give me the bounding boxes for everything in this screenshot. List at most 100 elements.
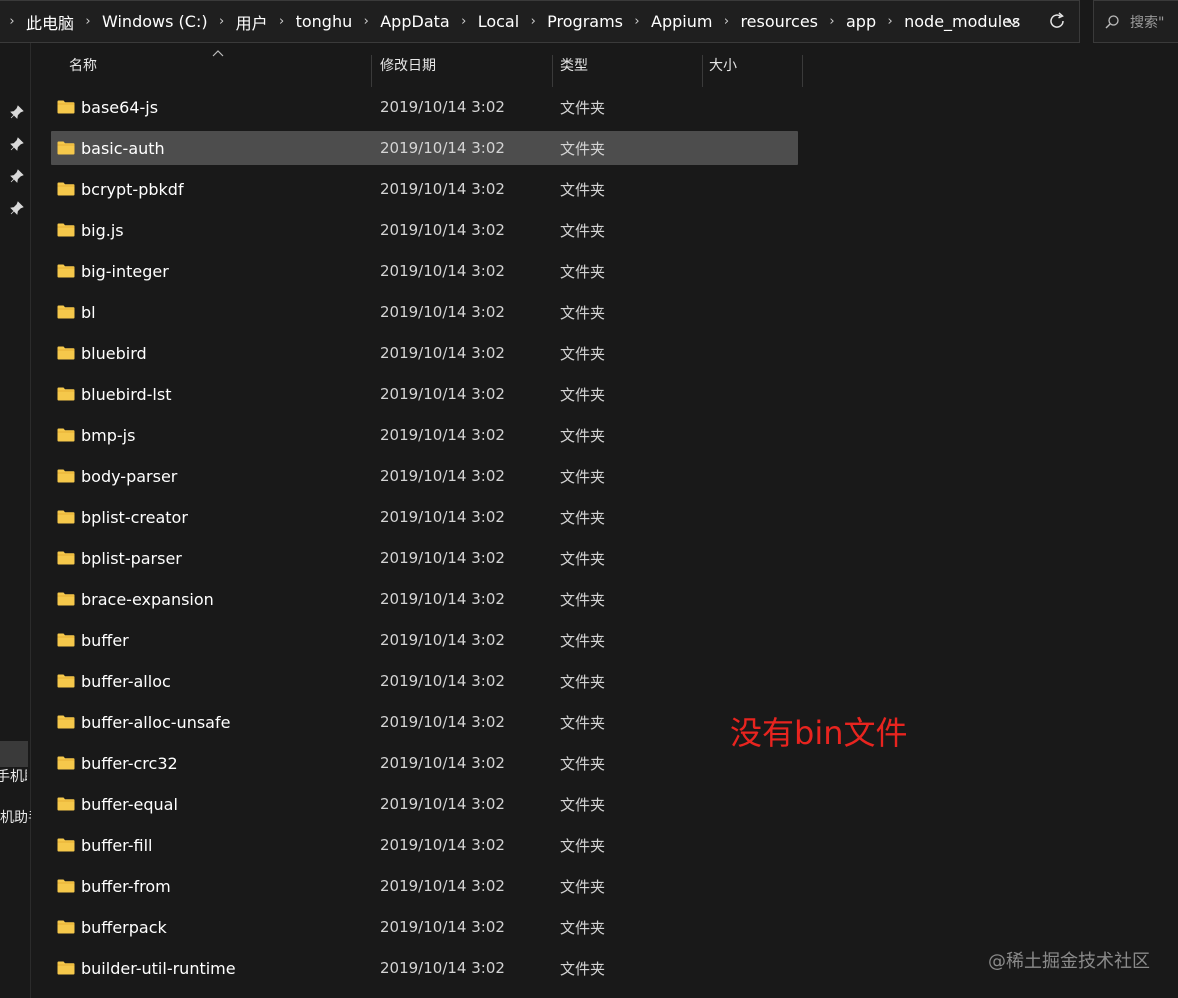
chevron-right-icon[interactable]: › — [880, 14, 900, 29]
file-row[interactable]: buffer-from 2019/10/14 3:02 文件夹 — [51, 869, 798, 903]
address-history-button[interactable] — [998, 9, 1028, 35]
file-row[interactable]: big-integer 2019/10/14 3:02 文件夹 — [51, 254, 798, 288]
pin-icon[interactable] — [9, 200, 25, 216]
file-type: 文件夹 — [560, 139, 606, 158]
address-bar[interactable]: › 此电脑 › Windows (C:) › 用户 › tonghu › AppData › Loca… — [0, 0, 1080, 43]
file-type: 文件夹 — [560, 549, 606, 568]
folder-icon — [57, 510, 75, 524]
breadcrumb-item[interactable]: tonghu — [292, 12, 357, 31]
file-name: bplist-parser — [81, 548, 182, 568]
file-row[interactable]: brace-expansion 2019/10/14 3:02 文件夹 — [51, 582, 798, 616]
search-box[interactable]: 搜索" — [1093, 0, 1178, 43]
column-divider[interactable] — [552, 55, 553, 87]
chevron-right-icon[interactable]: › — [523, 14, 543, 29]
file-date: 2019/10/14 3:02 — [380, 426, 505, 444]
annotation-text: 没有bin文件 — [730, 714, 908, 752]
refresh-button[interactable] — [1040, 6, 1074, 36]
column-header-size[interactable]: 大小 — [709, 43, 799, 87]
file-row[interactable]: buffer-fill 2019/10/14 3:02 文件夹 — [51, 828, 798, 862]
column-divider[interactable] — [702, 55, 703, 87]
file-row[interactable]: builder-util-runtime 2019/10/14 3:02 文件夹 — [51, 951, 798, 985]
file-name: body-parser — [81, 466, 178, 486]
folder-icon — [57, 838, 75, 852]
chevron-right-icon[interactable]: › — [627, 14, 647, 29]
navigation-pane: 手机助 机助手 — [0, 43, 31, 998]
breadcrumb-item[interactable]: AppData — [376, 12, 453, 31]
file-row[interactable]: buffer-alloc-unsafe 2019/10/14 3:02 文件夹 — [51, 705, 798, 739]
file-row[interactable]: bufferpack 2019/10/14 3:02 文件夹 — [51, 910, 798, 944]
file-row[interactable]: bluebird-lst 2019/10/14 3:02 文件夹 — [51, 377, 798, 411]
file-name: buffer-alloc — [81, 671, 171, 691]
nav-item-label[interactable]: 手机助 — [0, 766, 27, 786]
file-type: 文件夹 — [560, 303, 606, 322]
file-date: 2019/10/14 3:02 — [380, 959, 505, 977]
file-date: 2019/10/14 3:02 — [380, 918, 505, 936]
file-row[interactable]: body-parser 2019/10/14 3:02 文件夹 — [51, 459, 798, 493]
nav-item-label[interactable]: 机助手 — [0, 807, 31, 827]
file-name: big-integer — [81, 261, 169, 281]
nav-item-selected[interactable] — [0, 741, 28, 767]
file-type: 文件夹 — [560, 959, 606, 978]
chevron-right-icon[interactable]: › — [2, 14, 22, 29]
file-row[interactable]: basic-auth 2019/10/14 3:02 文件夹 — [51, 131, 798, 165]
column-header-type[interactable]: 类型 — [560, 43, 700, 87]
file-explorer-window: › 此电脑 › Windows (C:) › 用户 › tonghu › AppData › Loca… — [0, 0, 1178, 998]
column-divider[interactable] — [371, 55, 372, 87]
file-date: 2019/10/14 3:02 — [380, 795, 505, 813]
breadcrumb-item[interactable]: resources — [736, 12, 822, 31]
chevron-right-icon[interactable]: › — [212, 14, 232, 29]
chevron-right-icon[interactable]: › — [78, 14, 98, 29]
file-type: 文件夹 — [560, 918, 606, 937]
column-divider[interactable] — [802, 55, 803, 87]
chevron-right-icon[interactable]: › — [272, 14, 292, 29]
file-row[interactable]: bcrypt-pbkdf 2019/10/14 3:02 文件夹 — [51, 172, 798, 206]
file-date: 2019/10/14 3:02 — [380, 139, 505, 157]
file-row[interactable]: buffer-equal 2019/10/14 3:02 文件夹 — [51, 787, 798, 821]
file-date: 2019/10/14 3:02 — [380, 836, 505, 854]
folder-icon — [57, 469, 75, 483]
file-name: bplist-creator — [81, 507, 188, 527]
file-date: 2019/10/14 3:02 — [380, 590, 505, 608]
chevron-right-icon[interactable]: › — [454, 14, 474, 29]
folder-icon — [57, 879, 75, 893]
breadcrumb-item[interactable]: Windows (C:) — [98, 12, 212, 31]
pin-icon[interactable] — [9, 136, 25, 152]
chevron-right-icon[interactable]: › — [716, 14, 736, 29]
breadcrumb-item[interactable]: Local — [474, 12, 523, 31]
file-name: buffer-from — [81, 876, 171, 896]
file-type: 文件夹 — [560, 180, 606, 199]
pin-icon[interactable] — [9, 168, 25, 184]
file-row[interactable]: buffer-crc32 2019/10/14 3:02 文件夹 — [51, 746, 798, 780]
file-type: 文件夹 — [560, 262, 606, 281]
folder-icon — [57, 551, 75, 565]
file-date: 2019/10/14 3:02 — [380, 672, 505, 690]
file-row[interactable]: bplist-creator 2019/10/14 3:02 文件夹 — [51, 500, 798, 534]
file-date: 2019/10/14 3:02 — [380, 467, 505, 485]
file-row[interactable]: buffer-alloc 2019/10/14 3:02 文件夹 — [51, 664, 798, 698]
file-row[interactable]: big.js 2019/10/14 3:02 文件夹 — [51, 213, 798, 247]
file-row[interactable]: bl 2019/10/14 3:02 文件夹 — [51, 295, 798, 329]
file-row[interactable]: buffer 2019/10/14 3:02 文件夹 — [51, 623, 798, 657]
file-name: buffer — [81, 630, 129, 650]
file-type: 文件夹 — [560, 508, 606, 527]
file-type: 文件夹 — [560, 385, 606, 404]
file-row[interactable]: bluebird 2019/10/14 3:02 文件夹 — [51, 336, 798, 370]
breadcrumb-item[interactable]: Appium — [647, 12, 716, 31]
pin-icon[interactable] — [9, 104, 25, 120]
column-header-date[interactable]: 修改日期 — [380, 43, 550, 87]
file-type: 文件夹 — [560, 221, 606, 240]
file-row[interactable]: base64-js 2019/10/14 3:02 文件夹 — [51, 90, 798, 124]
folder-icon — [57, 592, 75, 606]
file-row[interactable]: bmp-js 2019/10/14 3:02 文件夹 — [51, 418, 798, 452]
chevron-right-icon[interactable]: › — [356, 14, 376, 29]
file-row[interactable]: bplist-parser 2019/10/14 3:02 文件夹 — [51, 541, 798, 575]
breadcrumb-item[interactable]: app — [842, 12, 880, 31]
file-name: buffer-crc32 — [81, 753, 178, 773]
search-input[interactable]: 搜索" — [1130, 12, 1164, 32]
breadcrumb-item[interactable]: 用户 — [232, 10, 272, 34]
column-header-name[interactable]: 名称 — [69, 43, 369, 87]
folder-icon — [57, 141, 75, 155]
chevron-right-icon[interactable]: › — [822, 14, 842, 29]
breadcrumb-item[interactable]: Programs — [543, 12, 627, 31]
breadcrumb-item[interactable]: 此电脑 — [22, 10, 78, 34]
